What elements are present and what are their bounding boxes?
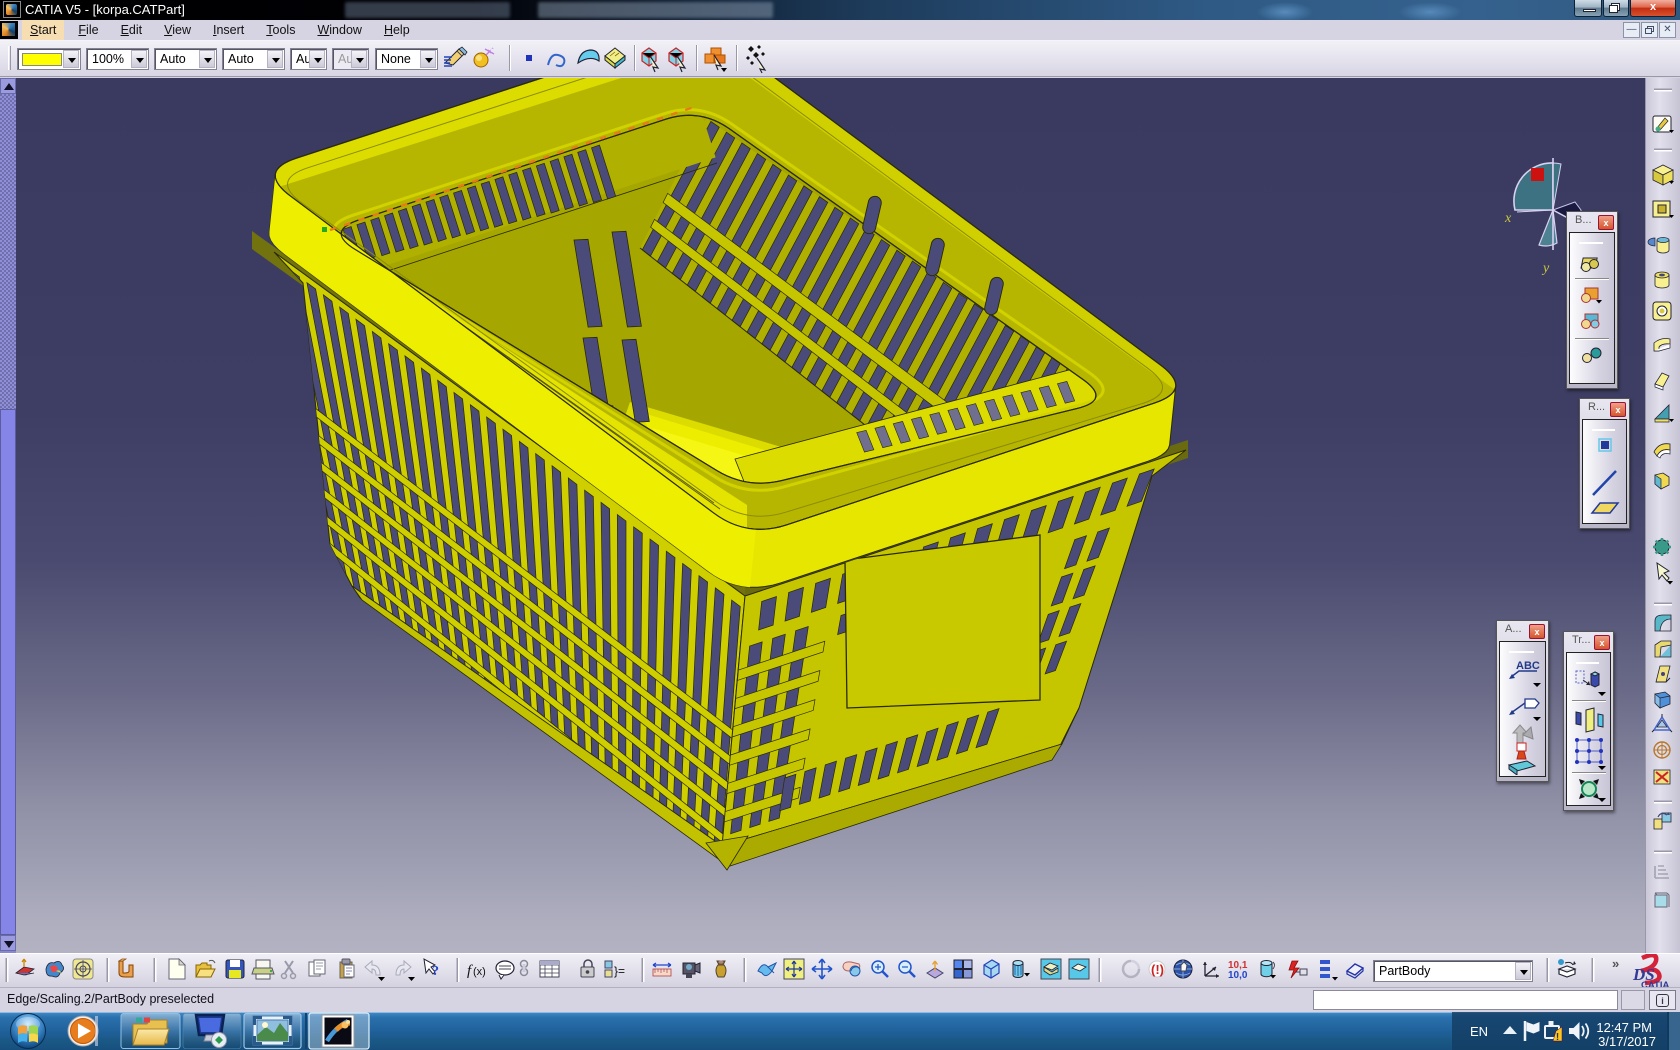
svg-text:?: ? bbox=[432, 964, 439, 979]
svg-text:!: ! bbox=[1556, 1032, 1559, 1043]
svg-text:}=: }= bbox=[614, 964, 625, 978]
svg-text:(!): (!) bbox=[1151, 962, 1164, 977]
svg-text:3/17/2017: 3/17/2017 bbox=[1598, 1034, 1656, 1049]
svg-text:12:47 PM: 12:47 PM bbox=[1596, 1020, 1652, 1035]
svg-text:(x): (x) bbox=[473, 966, 486, 978]
svg-text:y: y bbox=[1541, 261, 1550, 276]
svg-text:»: » bbox=[1612, 956, 1619, 971]
svg-text:ABC: ABC bbox=[1516, 660, 1540, 672]
svg-text:x: x bbox=[1504, 211, 1512, 226]
svg-text:EN: EN bbox=[1470, 1024, 1488, 1039]
svg-text:10,0: 10,0 bbox=[1228, 970, 1248, 981]
